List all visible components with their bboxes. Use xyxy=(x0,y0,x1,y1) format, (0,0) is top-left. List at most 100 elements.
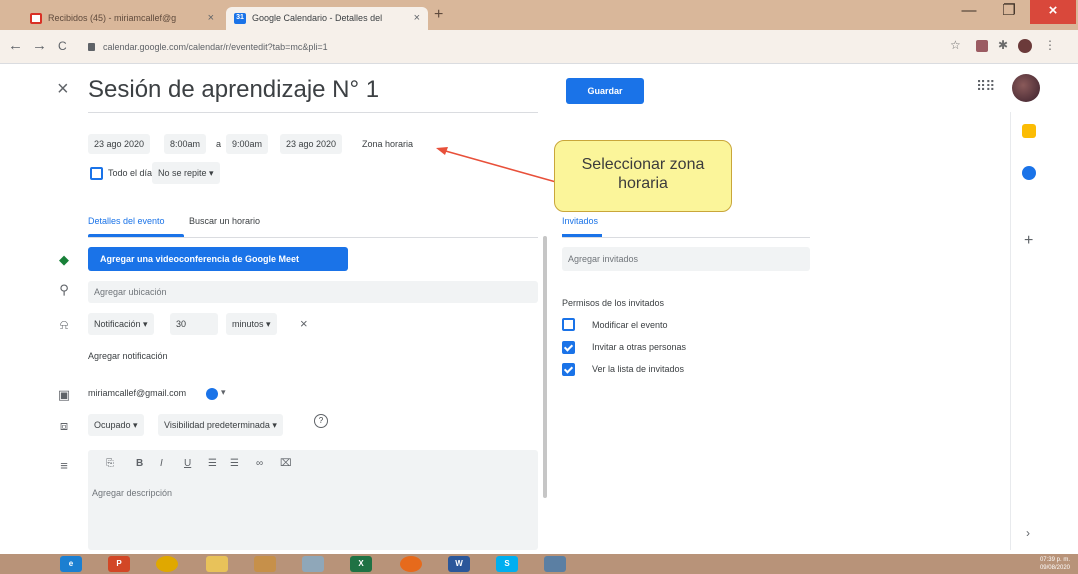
close-tab-icon[interactable]: × xyxy=(414,7,420,30)
notification-value-input[interactable]: 30 xyxy=(170,313,218,335)
location-icon: ⚲ xyxy=(59,282,69,297)
event-title-input[interactable]: Sesión de aprendizaje N° 1 xyxy=(88,76,538,113)
remove-notification-icon[interactable]: × xyxy=(300,316,308,331)
calendar-icon: 31 xyxy=(234,13,246,24)
description-editor[interactable] xyxy=(88,450,538,550)
permission-modify-label: Modificar el evento xyxy=(592,320,668,330)
powerpoint-icon[interactable]: P xyxy=(108,556,130,572)
extension-icon[interactable] xyxy=(976,40,988,52)
maximize-button[interactable]: ❐ xyxy=(990,0,1028,24)
visibility-select[interactable]: Visibilidad predeterminada ▾ xyxy=(158,414,283,436)
notification-type-value: Notificación xyxy=(94,319,141,329)
timezone-link[interactable]: Zona horaria xyxy=(356,134,419,154)
url-field[interactable]: calendar.google.com/calendar/r/eventedit… xyxy=(88,36,938,58)
browser-tab-bar: Recibidos (45) - miriamcallef@g × 31 Goo… xyxy=(0,0,1078,30)
taskbar: e P X W S 07:39 p. m. 09/08/2020 xyxy=(0,554,1078,574)
save-button[interactable]: Guardar xyxy=(566,78,644,104)
scrollbar[interactable] xyxy=(543,236,547,498)
end-time-field[interactable]: 9:00am xyxy=(226,134,269,154)
folder-icon[interactable] xyxy=(206,556,228,572)
clock-date: 09/08/2020 xyxy=(1039,565,1070,571)
notepad-icon[interactable] xyxy=(302,556,324,572)
desktop-icon[interactable] xyxy=(544,556,566,572)
forward-button[interactable]: → xyxy=(32,37,47,54)
bold-icon[interactable]: B xyxy=(136,458,143,469)
close-window-button[interactable]: × xyxy=(1030,0,1076,24)
clear-format-icon[interactable]: ⌧ xyxy=(280,458,292,469)
numbered-list-icon[interactable]: ☰ xyxy=(208,458,217,469)
add-notification-link[interactable]: Agregar notificación xyxy=(88,351,168,361)
close-tab-icon[interactable]: × xyxy=(208,7,214,30)
annotation-callout: Seleccionar zona horaria xyxy=(554,140,732,212)
all-day-checkbox[interactable] xyxy=(90,167,103,180)
annotation-arrow xyxy=(436,147,557,183)
description-icon: ≡ xyxy=(60,458,68,473)
permission-view-list-checkbox[interactable] xyxy=(562,363,575,376)
underline-icon[interactable]: U xyxy=(184,458,191,469)
chrome-icon[interactable] xyxy=(156,556,178,572)
active-tab-indicator xyxy=(562,234,602,237)
attachment-icon[interactable]: ⎘ xyxy=(106,458,114,469)
notification-unit-value: minutos xyxy=(232,319,264,329)
active-tab-indicator xyxy=(88,234,184,237)
briefcase-icon: ⧈ xyxy=(59,418,69,433)
tab-guests[interactable]: Invitados xyxy=(562,216,598,226)
permission-invite-label: Invitar a otras personas xyxy=(592,342,687,352)
close-editor-icon[interactable]: × xyxy=(57,78,69,101)
tasks-icon[interactable] xyxy=(1022,166,1036,180)
keep-icon[interactable] xyxy=(1022,124,1036,138)
apps-grid-icon[interactable]: ⠿⠿ xyxy=(976,78,995,95)
bulleted-list-icon[interactable]: ☰ xyxy=(230,458,239,469)
location-input[interactable]: Agregar ubicación xyxy=(88,281,538,303)
chevron-down-icon[interactable]: ▾ xyxy=(221,387,226,398)
add-meet-button[interactable]: Agregar una videoconferencia de Google M… xyxy=(88,247,348,271)
expand-panel-icon[interactable]: › xyxy=(1026,526,1030,540)
url-text: calendar.google.com/calendar/r/eventedit… xyxy=(103,42,328,52)
end-date-field[interactable]: 23 ago 2020 xyxy=(280,134,343,154)
system-clock[interactable]: 07:39 p. m. 09/08/2020 xyxy=(1030,556,1070,572)
link-icon[interactable]: ∞ xyxy=(256,458,263,469)
guest-permissions-title: Permisos de los invitados xyxy=(562,298,665,308)
start-time-field[interactable]: 8:00am xyxy=(164,134,207,154)
minimize-button[interactable]: — xyxy=(950,0,988,24)
star-icon[interactable]: ☆ xyxy=(950,38,961,52)
browser-tab-gmail[interactable]: Recibidos (45) - miriamcallef@g × xyxy=(22,7,222,30)
reload-button[interactable]: C xyxy=(58,39,67,53)
bell-icon: ⍾ xyxy=(59,317,69,332)
puzzle-icon[interactable]: ✱ xyxy=(998,38,1008,52)
profile-avatar[interactable] xyxy=(1018,39,1032,53)
italic-icon[interactable]: I xyxy=(160,458,163,469)
event-color-picker[interactable] xyxy=(206,388,218,400)
new-tab-button[interactable]: + xyxy=(434,6,443,24)
account-avatar[interactable] xyxy=(1012,74,1040,102)
add-guests-input[interactable]: Agregar invitados xyxy=(562,247,810,271)
all-day-label: Todo el día xyxy=(108,168,153,178)
notification-unit-select[interactable]: minutos ▾ xyxy=(226,313,277,335)
time-separator: a xyxy=(216,139,222,149)
ie-icon[interactable]: e xyxy=(60,556,82,572)
notification-type-select[interactable]: Notificación ▾ xyxy=(88,313,154,335)
callout-line1: Seleccionar zona xyxy=(581,156,705,173)
start-date-field[interactable]: 23 ago 2020 xyxy=(88,134,151,154)
permission-invite-checkbox[interactable] xyxy=(562,341,575,354)
firefox-icon[interactable] xyxy=(400,556,422,572)
browser-tab-calendar[interactable]: 31 Google Calendario - Detalles del × xyxy=(226,7,428,30)
repeat-select[interactable]: No se repite ▾ xyxy=(152,162,220,184)
back-button[interactable]: ← xyxy=(8,37,23,54)
description-placeholder: Agregar descripción xyxy=(92,488,173,498)
permission-modify-checkbox[interactable] xyxy=(562,318,575,331)
tab-find-time[interactable]: Buscar un horario xyxy=(189,216,260,226)
menu-icon[interactable]: ⋮ xyxy=(1044,38,1056,52)
availability-select[interactable]: Ocupado ▾ xyxy=(88,414,144,436)
word-icon[interactable]: W xyxy=(448,556,470,572)
add-addon-icon[interactable]: + xyxy=(1024,232,1033,250)
paint-icon[interactable] xyxy=(254,556,276,572)
help-icon[interactable]: ? xyxy=(314,414,328,428)
excel-icon[interactable]: X xyxy=(350,556,372,572)
guests-tabs: Invitados xyxy=(562,212,810,238)
gmail-icon xyxy=(30,13,42,24)
tab-event-details[interactable]: Detalles del evento xyxy=(88,216,165,226)
skype-icon[interactable]: S xyxy=(496,556,518,572)
side-panel xyxy=(1010,112,1078,550)
clock-time: 07:39 p. m. xyxy=(1039,557,1070,563)
